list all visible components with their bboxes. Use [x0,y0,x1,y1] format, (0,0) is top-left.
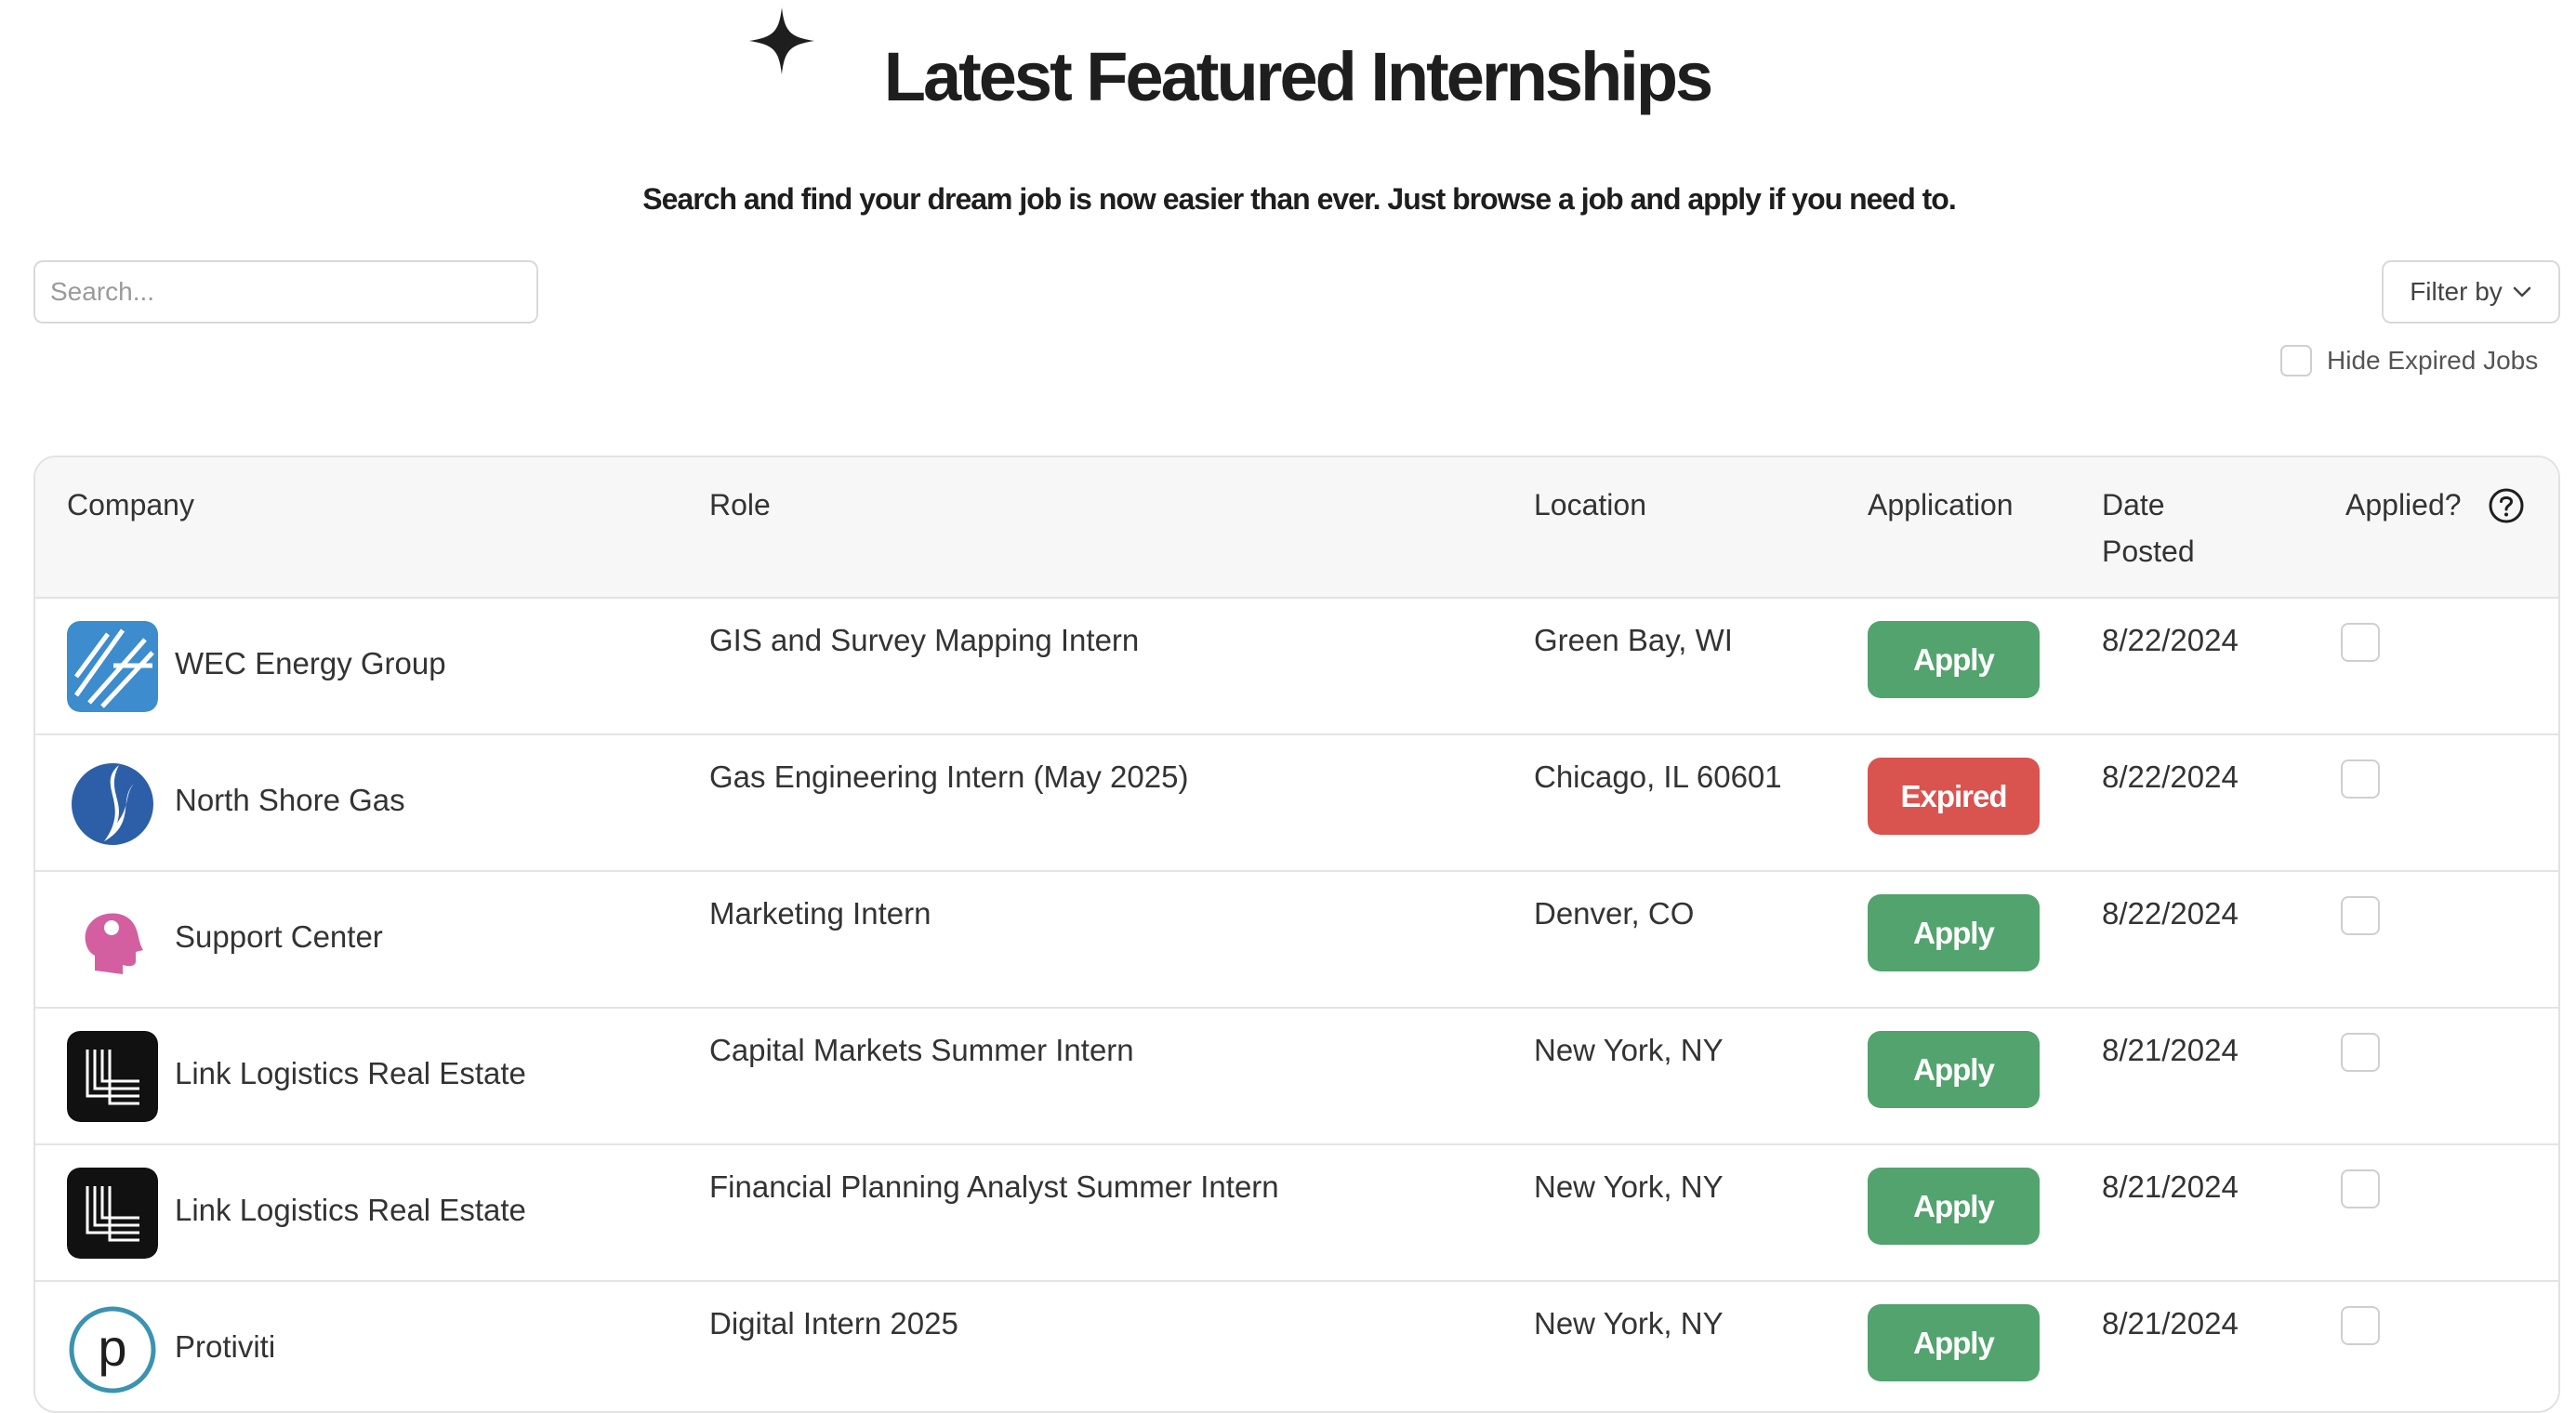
link-logistics-logo [67,1168,158,1259]
column-header-role[interactable]: Role [709,482,771,528]
applied-checkbox[interactable] [2341,759,2380,799]
applied-checkbox[interactable] [2341,623,2380,662]
north-shore-gas-logo [67,758,158,849]
hide-expired-label: Hide Expired Jobs [2327,346,2539,375]
search-input[interactable] [33,260,538,324]
applied-checkbox[interactable] [2341,896,2380,935]
hide-expired-checkbox[interactable] [2280,345,2312,376]
company-name: Protiviti [175,1329,276,1364]
page-subtitle: Search and find your dream job is now ea… [642,182,1956,216]
apply-button[interactable]: Apply [1868,621,2040,698]
link-logistics-logo [67,1031,158,1122]
job-location: Chicago, IL 60601 [1534,759,1782,794]
job-location: New York, NY [1534,1306,1724,1340]
apply-button[interactable]: Apply [1868,1168,2040,1245]
table-row: North Shore Gas Gas Engineering Intern (… [35,735,2558,872]
protiviti-logo: p [67,1304,158,1395]
filter-by-label: Filter by [2410,277,2503,306]
date-posted: 8/22/2024 [2102,896,2239,931]
wec-energy-logo [67,621,158,712]
role-title: Financial Planning Analyst Summer Intern [709,1169,1279,1204]
job-location: New York, NY [1534,1169,1724,1204]
company-name: WEC Energy Group [175,646,446,680]
column-header-application[interactable]: Application [1868,482,2014,528]
applied-checkbox[interactable] [2341,1033,2380,1072]
table-row: WEC Energy Group GIS and Survey Mapping … [35,599,2558,735]
table-row: Support Center Marketing Intern Denver, … [35,872,2558,1009]
role-title: Gas Engineering Intern (May 2025) [709,759,1189,794]
page-title: Latest Featured Internships [883,38,1713,115]
applied-checkbox[interactable] [2341,1306,2380,1345]
company-name: Support Center [175,919,383,954]
hero-section: Latest Featured Internships Search and f… [0,0,2576,242]
table-header: Company Role Location Application Date P… [35,457,2558,599]
support-center-logo [67,894,158,985]
job-location: Denver, CO [1534,896,1695,931]
company-name: Link Logistics Real Estate [175,1056,526,1090]
table-row: Link Logistics Real Estate Financial Pla… [35,1145,2558,1282]
date-posted: 8/22/2024 [2102,623,2239,657]
role-title: Digital Intern 2025 [709,1306,958,1340]
date-posted: 8/21/2024 [2102,1169,2239,1204]
apply-button[interactable]: Apply [1868,1031,2040,1108]
filter-by-dropdown[interactable]: Filter by [2382,260,2560,324]
date-posted: 8/21/2024 [2102,1033,2239,1067]
role-title: Capital Markets Summer Intern [709,1033,1134,1067]
chevron-down-icon [2513,286,2531,297]
help-icon[interactable] [2488,487,2525,524]
apply-button[interactable]: Apply [1868,1304,2040,1381]
apply-button[interactable]: Apply [1868,894,2040,971]
table-row: Link Logistics Real Estate Capital Marke… [35,1009,2558,1145]
applied-checkbox[interactable] [2341,1169,2380,1208]
role-title: GIS and Survey Mapping Intern [709,623,1140,657]
expired-button[interactable]: Expired [1868,758,2040,835]
company-name: North Shore Gas [175,783,405,817]
hide-expired-toggle[interactable]: Hide Expired Jobs [2280,342,2538,379]
column-header-applied[interactable]: Applied? [2345,482,2462,528]
column-header-location[interactable]: Location [1534,482,1646,528]
date-posted: 8/21/2024 [2102,1306,2239,1340]
column-header-date-posted[interactable]: Date Posted [2102,482,2213,574]
job-location: New York, NY [1534,1033,1724,1067]
job-location: Green Bay, WI [1534,623,1733,657]
role-title: Marketing Intern [709,896,931,931]
column-header-company[interactable]: Company [67,482,194,528]
svg-text:p: p [98,1318,126,1377]
table-row: p Protiviti Digital Intern 2025 New York… [35,1282,2558,1411]
company-name: Link Logistics Real Estate [175,1193,526,1227]
date-posted: 8/22/2024 [2102,759,2239,794]
internships-table: Company Role Location Application Date P… [33,456,2560,1413]
